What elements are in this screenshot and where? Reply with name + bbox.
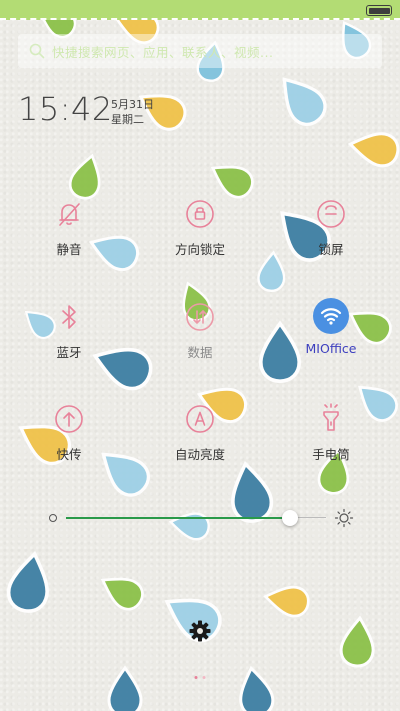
brightness-thumb[interactable] bbox=[281, 510, 298, 526]
toggle-wifi[interactable]: MIOffice bbox=[281, 297, 381, 356]
toggle-rotation-lock[interactable]: 方向锁定 bbox=[150, 197, 250, 258]
toggle-mobile-data-label: 数据 bbox=[187, 345, 213, 360]
toggle-auto-brightness-label: 自动亮度 bbox=[174, 447, 225, 462]
flashlight-icon bbox=[323, 403, 339, 431]
wifi-icon bbox=[313, 298, 349, 334]
search-placeholder: 快捷搜索网页、应用、联系人、视频... bbox=[52, 44, 274, 60]
toggle-mute-label: 静音 bbox=[56, 242, 82, 257]
battery-icon bbox=[366, 5, 392, 16]
toggle-wifi-label: MIOffice bbox=[305, 341, 357, 356]
page-indicator bbox=[194, 676, 206, 679]
share-arrow-icon bbox=[55, 405, 83, 433]
mobile-data-icon bbox=[186, 303, 214, 331]
date-block[interactable]: 5月31日 星期二 bbox=[111, 97, 154, 127]
weekday-text: 星期二 bbox=[111, 113, 144, 126]
toggle-auto-brightness[interactable]: 自动亮度 bbox=[150, 402, 250, 463]
bell-off-icon bbox=[59, 203, 80, 226]
rotation-lock-icon bbox=[186, 200, 214, 228]
toggle-lock-screen-label: 锁屏 bbox=[318, 242, 344, 257]
toggle-lock-screen[interactable]: 锁屏 bbox=[281, 197, 381, 258]
brightness-high-icon bbox=[334, 508, 354, 528]
toggle-bluetooth[interactable]: 蓝牙 bbox=[19, 300, 119, 361]
toggle-quick-share[interactable]: 快传 bbox=[19, 402, 119, 463]
search-bar[interactable]: 快捷搜索网页、应用、联系人、视频... bbox=[18, 34, 382, 68]
auto-brightness-icon bbox=[186, 405, 214, 433]
search-icon bbox=[29, 43, 45, 59]
toggle-bluetooth-label: 蓝牙 bbox=[56, 345, 82, 360]
bluetooth-icon bbox=[62, 305, 76, 329]
toggle-rotation-lock-label: 方向锁定 bbox=[174, 242, 225, 257]
toggle-flashlight[interactable]: 手电筒 bbox=[281, 402, 381, 463]
status-bar bbox=[0, 0, 400, 20]
toggle-mobile-data[interactable]: 数据 bbox=[150, 300, 250, 361]
date-text: 5月31日 bbox=[111, 98, 154, 111]
lock-icon bbox=[317, 200, 345, 228]
gear-icon[interactable] bbox=[188, 619, 212, 643]
brightness-low-icon bbox=[49, 514, 57, 522]
toggle-quick-share-label: 快传 bbox=[56, 447, 82, 462]
clock-time[interactable]: 15:42 bbox=[18, 90, 113, 128]
brightness-track-filled bbox=[66, 517, 290, 519]
brightness-slider[interactable] bbox=[44, 505, 356, 531]
toggle-mute[interactable]: 静音 bbox=[19, 197, 119, 258]
toggle-flashlight-label: 手电筒 bbox=[312, 447, 350, 462]
